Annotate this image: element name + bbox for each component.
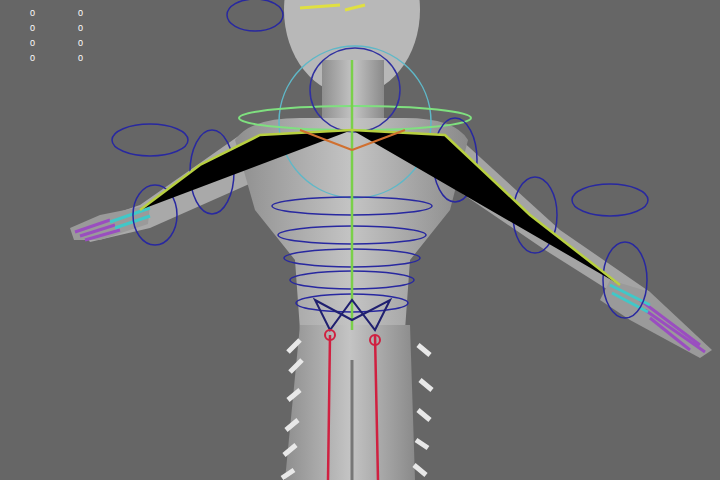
character-rig-icon[interactable] [0, 0, 720, 480]
hud-row: 00 [30, 36, 90, 51]
viewport[interactable]: 00000000 [0, 0, 720, 480]
hud-value: 0 [30, 24, 42, 33]
hud-value: 0 [30, 39, 42, 48]
hud-value: 0 [78, 9, 90, 18]
hud-row: 00 [30, 21, 90, 36]
hud-value: 0 [78, 39, 90, 48]
hud-row: 00 [30, 6, 90, 21]
hud-row: 00 [30, 51, 90, 66]
hud: 00000000 [30, 6, 90, 66]
hud-value: 0 [78, 24, 90, 33]
hud-value: 0 [30, 54, 42, 63]
hud-value: 0 [78, 54, 90, 63]
hud-value: 0 [30, 9, 42, 18]
